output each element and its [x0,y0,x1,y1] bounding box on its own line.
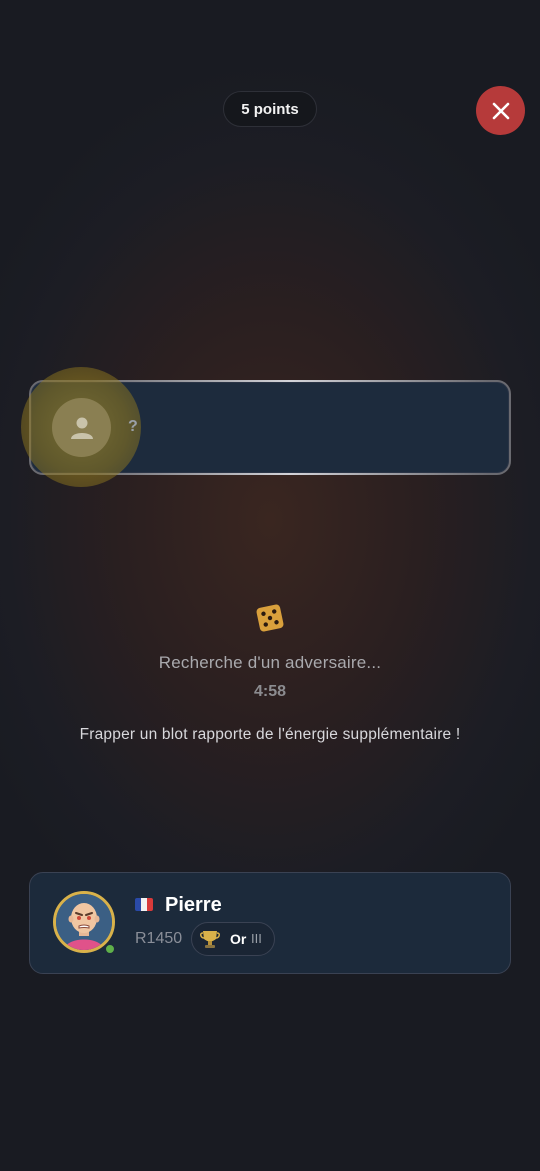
points-badge: 5 points [223,91,317,127]
search-status: Recherche d'un adversaire... [158,653,382,672]
rank-label: Or [230,931,247,947]
close-icon [492,102,509,119]
player-avatar-image [56,894,112,950]
opponent-name: ? [128,418,138,435]
search-timer: 4:58 [253,683,287,700]
player-rating: R1450 [135,930,183,947]
close-button[interactable] [476,86,525,135]
opponent-avatar [52,398,111,457]
dice-icon [256,604,284,632]
points-label: 5 points [241,100,299,118]
player-name: Pierre [165,894,222,916]
gameplay-tip: Frapper un blot rapporte de l'énergie su… [79,726,461,743]
france-flag-icon [135,898,153,911]
trophy-icon [200,931,220,948]
user-placeholder-icon [70,417,93,439]
online-indicator [104,943,116,955]
rank-tier: III [251,931,262,946]
